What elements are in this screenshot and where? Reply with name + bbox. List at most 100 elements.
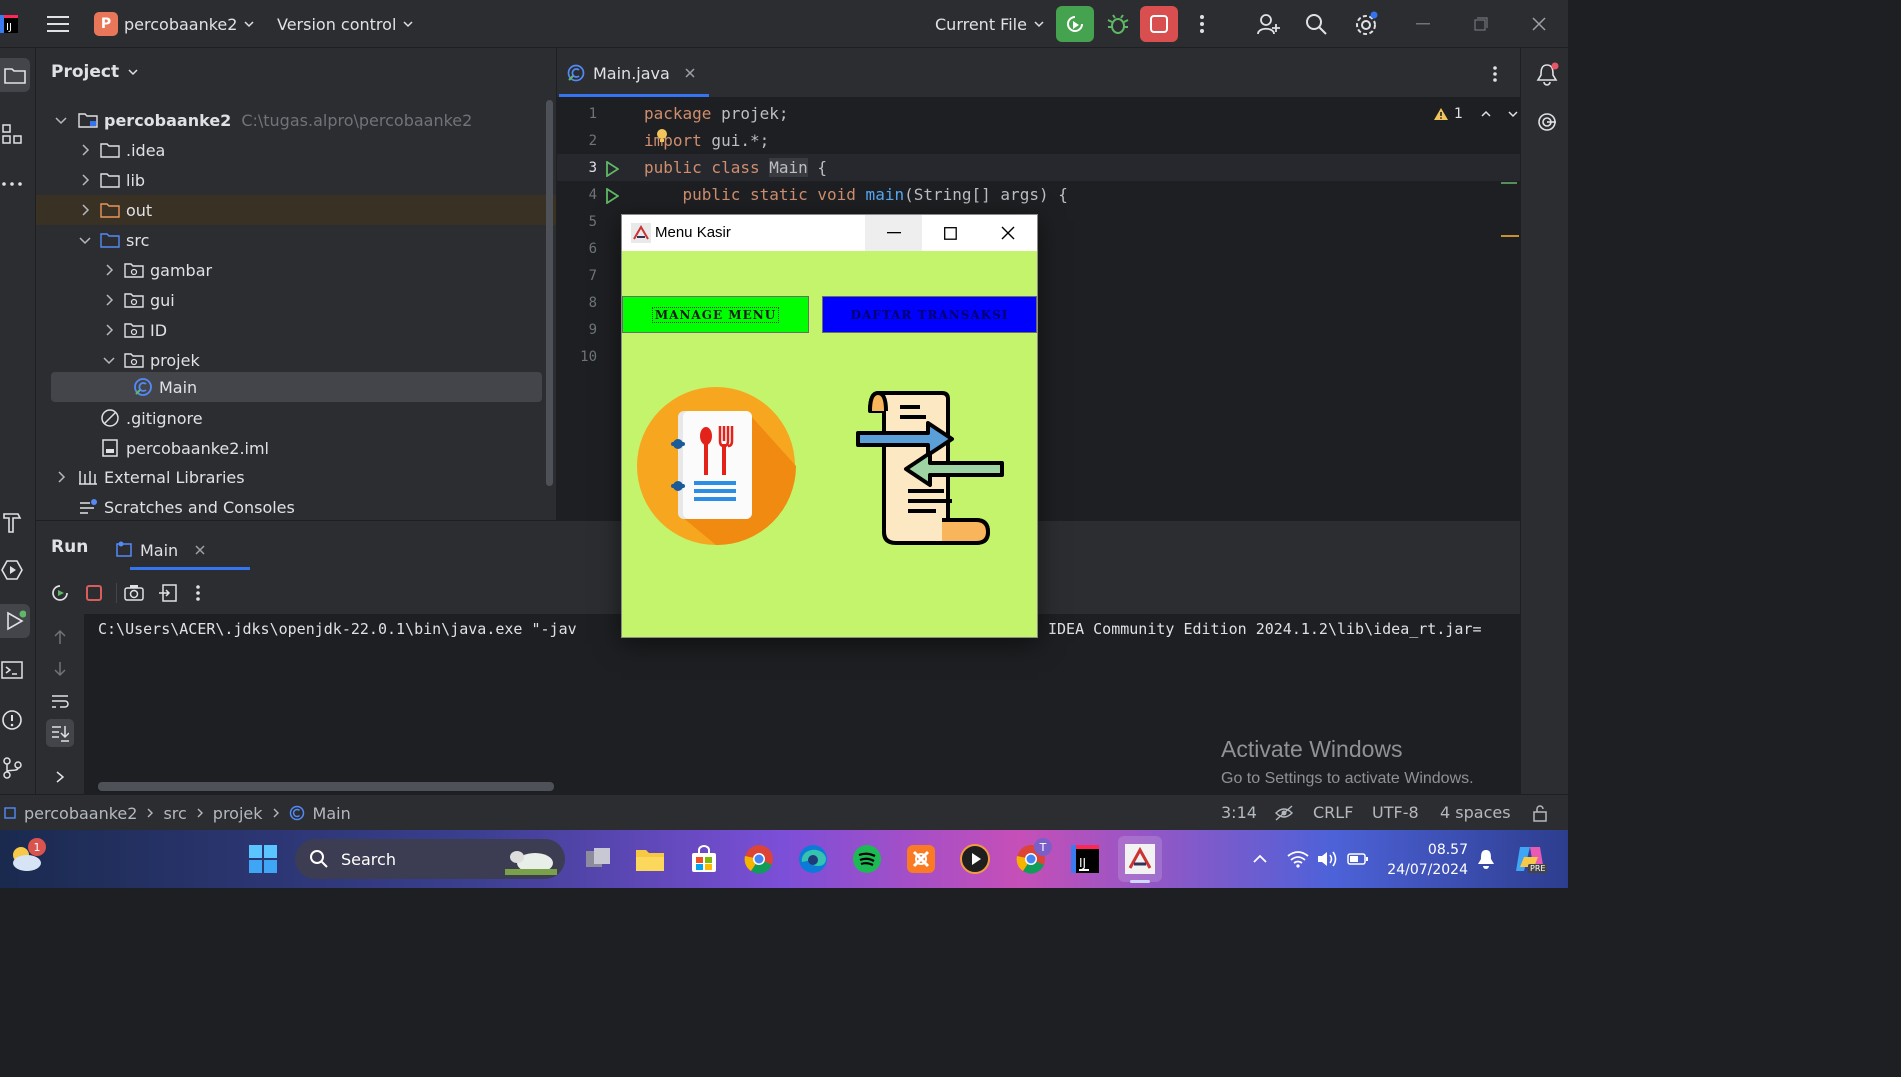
java-app-taskbar-icon[interactable] xyxy=(1118,836,1162,882)
main-menu-icon[interactable] xyxy=(44,12,72,36)
editor-tab-main-java[interactable]: Main.java xyxy=(567,48,696,98)
transaction-list-image[interactable] xyxy=(856,385,1006,547)
lock-icon[interactable] xyxy=(1528,801,1552,825)
tree-item-idea[interactable]: .idea xyxy=(36,135,546,165)
camera-icon[interactable] xyxy=(122,581,146,605)
tree-item-external-libraries[interactable]: External Libraries xyxy=(36,462,546,492)
scroll-down-icon[interactable] xyxy=(48,657,72,681)
inspection-off-icon[interactable] xyxy=(1272,801,1296,825)
chevron-up-icon[interactable] xyxy=(1480,108,1492,120)
media-player-icon[interactable] xyxy=(958,842,992,876)
build-hammer-icon[interactable] xyxy=(0,508,24,536)
chevron-right-icon[interactable] xyxy=(50,767,70,787)
minimize-window-button[interactable] xyxy=(1408,10,1438,38)
tree-item-out[interactable]: out xyxy=(36,195,556,225)
intention-bulb-icon[interactable] xyxy=(654,126,670,146)
scroll-to-end-icon[interactable] xyxy=(46,719,74,747)
debug-button[interactable] xyxy=(1102,8,1134,40)
tree-item-src[interactable]: src xyxy=(36,225,546,255)
code-line-4[interactable]: public static void main(String[] args) { xyxy=(644,185,1068,204)
task-view-icon[interactable] xyxy=(582,842,614,876)
show-hidden-icons-chevron-up-icon[interactable] xyxy=(1248,846,1272,872)
structure-tool-button[interactable] xyxy=(0,120,24,148)
daftar-transaksi-button[interactable]: DAFTAR TRANSAKSI xyxy=(822,296,1037,333)
close-window-button[interactable] xyxy=(1524,10,1554,38)
close-icon[interactable] xyxy=(194,544,206,556)
services-icon[interactable] xyxy=(0,556,24,584)
run-gutter-icon[interactable] xyxy=(603,187,621,205)
restore-window-button[interactable] xyxy=(1466,10,1496,38)
tree-item-scratches[interactable]: Scratches and Consoles xyxy=(36,492,546,522)
taskbar-clock[interactable]: 08.57 24/07/2024 xyxy=(1384,840,1468,880)
console-horizontal-scrollbar[interactable] xyxy=(98,782,554,791)
run-gutter-icon[interactable] xyxy=(603,160,621,178)
tree-root-percobaanke2[interactable]: percobaanke2 C:\tugas.alpro\percobaanke2 xyxy=(36,105,546,135)
tree-item-gui[interactable]: gui xyxy=(36,285,546,315)
taskbar-search-box[interactable]: Search xyxy=(295,839,565,879)
code-with-me-icon[interactable] xyxy=(1254,10,1282,38)
chrome-icon[interactable] xyxy=(742,842,776,876)
notifications-bell-icon[interactable] xyxy=(1533,60,1561,88)
indent-setting[interactable]: 4 spaces xyxy=(1440,803,1511,822)
more-tools-icon[interactable] xyxy=(0,174,24,194)
rerun-icon[interactable] xyxy=(48,581,72,605)
run-config-selector[interactable]: Current File xyxy=(935,0,1045,48)
ai-assistant-icon[interactable] xyxy=(1533,108,1561,136)
run-tab-main[interactable]: Main xyxy=(116,531,206,569)
tree-item-id[interactable]: ID xyxy=(36,315,546,345)
intellij-taskbar-icon[interactable]: IJ xyxy=(1068,842,1102,876)
terminal-icon[interactable] xyxy=(0,656,24,684)
inspection-widget[interactable]: 1 xyxy=(1433,106,1519,122)
close-icon[interactable] xyxy=(684,67,696,79)
stop-button[interactable] xyxy=(1140,6,1178,42)
volume-icon[interactable] xyxy=(1316,846,1340,872)
breadcrumb-item[interactable]: Main xyxy=(313,804,351,823)
breadcrumb-item[interactable]: projek xyxy=(213,804,263,823)
file-encoding[interactable]: UTF-8 xyxy=(1372,803,1419,822)
run-tool-button[interactable] xyxy=(0,604,30,638)
project-tool-button[interactable] xyxy=(0,58,30,92)
xampp-icon[interactable] xyxy=(904,842,938,876)
problems-icon[interactable] xyxy=(0,706,24,734)
notification-bell-icon[interactable] xyxy=(1474,846,1498,872)
settings-gear-icon[interactable] xyxy=(1352,10,1380,38)
wifi-icon[interactable] xyxy=(1286,846,1310,872)
rerun-button[interactable] xyxy=(1056,6,1094,42)
close-button[interactable] xyxy=(979,215,1036,251)
breadcrumb-item[interactable]: src xyxy=(163,804,186,823)
weather-widget[interactable]: 1 xyxy=(6,838,46,878)
version-control-menu[interactable]: Version control xyxy=(277,0,414,48)
project-scrollbar[interactable] xyxy=(546,100,553,486)
minimize-button[interactable] xyxy=(865,215,922,251)
soft-wrap-icon[interactable] xyxy=(48,689,72,713)
tree-item-lib[interactable]: lib xyxy=(36,165,546,195)
manage-menu-button[interactable]: MANAGE MENU xyxy=(622,296,809,333)
chrome-profile-icon[interactable]: T xyxy=(1014,838,1052,876)
search-icon[interactable] xyxy=(1302,10,1330,38)
chevron-down-icon[interactable] xyxy=(1507,108,1519,120)
menu-food-image[interactable] xyxy=(636,386,796,546)
microsoft-store-icon[interactable] xyxy=(688,842,720,876)
battery-icon[interactable] xyxy=(1346,846,1370,872)
code-line-1[interactable]: package projek; xyxy=(644,104,789,123)
stop-icon[interactable] xyxy=(82,581,106,605)
console-output[interactable]: C:\Users\ACER\.jdks\openjdk-22.0.1\bin\j… xyxy=(84,614,1520,794)
tab-options-icon[interactable] xyxy=(1483,62,1507,86)
tree-item-gambar[interactable]: gambar xyxy=(36,255,546,285)
file-explorer-icon[interactable] xyxy=(634,842,666,876)
tree-item-iml[interactable]: percobaanke2.iml xyxy=(36,433,546,463)
windows-start-icon[interactable] xyxy=(246,842,280,876)
tree-item-main[interactable]: Main xyxy=(51,372,542,402)
line-separator[interactable]: CRLF xyxy=(1313,803,1353,822)
code-line-3[interactable]: public class Main { xyxy=(644,158,827,177)
project-panel-header[interactable]: Project xyxy=(51,62,139,82)
more-actions-icon[interactable] xyxy=(188,581,208,605)
intellij-logo-icon[interactable]: IJ xyxy=(0,12,18,36)
copilot-icon[interactable]: PRE xyxy=(1512,840,1548,878)
exit-icon[interactable] xyxy=(156,581,180,605)
menu-kasir-titlebar[interactable]: Menu Kasir xyxy=(622,215,1037,251)
project-selector[interactable]: P percobaanke2 xyxy=(94,0,255,48)
tree-item-projek[interactable]: projek xyxy=(36,345,546,375)
git-branch-icon[interactable] xyxy=(0,754,24,782)
spotify-icon[interactable] xyxy=(850,842,884,876)
